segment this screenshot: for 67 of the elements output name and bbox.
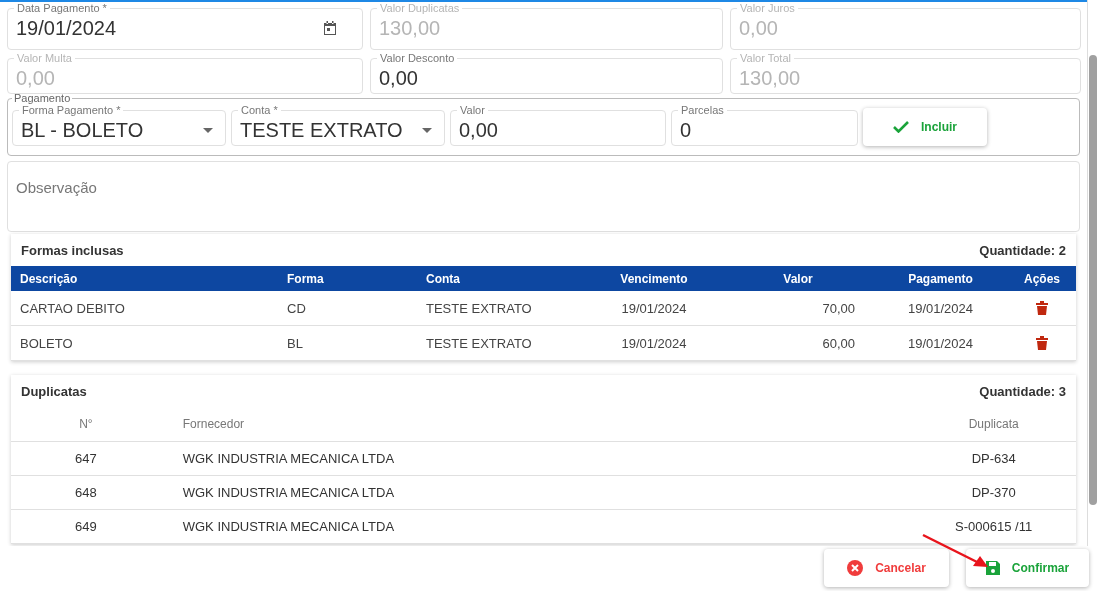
count-label: Quantidade: 2 (979, 242, 1066, 258)
field-label: Valor Desconto (379, 52, 456, 64)
field-label: Forma Pagamento * (21, 104, 122, 116)
table-cell-text: 649 (74, 519, 98, 534)
table-cell-text: 19/01/2024 (620, 335, 688, 351)
table-cell-text: 19/01/2024 (620, 300, 688, 316)
section-title: Duplicatas (21, 383, 87, 399)
column-header: Fornecedor (181, 417, 246, 431)
calendar-icon[interactable] (322, 20, 338, 36)
table-cell-text: 648 (74, 485, 98, 500)
select-field[interactable]: Forma Pagamento * BL - BOLETO (12, 104, 226, 146)
table-cell-text: TESTE EXTRATO (426, 335, 533, 351)
column-header: Vencimento (619, 271, 689, 286)
cancel-icon (847, 560, 864, 576)
field-label: Valor Total (739, 52, 792, 64)
table-cell-text: CD (287, 300, 307, 316)
column-header: Ações (1023, 271, 1061, 286)
date-field[interactable]: Data Pagamento * 19/01/2024 (7, 2, 363, 50)
column-header: Duplicata (967, 417, 1020, 431)
table-cell-text: 19/01/2024 (906, 300, 975, 316)
count-label: Quantidade: 3 (979, 383, 1066, 399)
column-header: N° (78, 417, 94, 431)
field-label: Valor Duplicatas (379, 2, 461, 14)
table-cell-text: TESTE EXTRATO (426, 300, 533, 316)
column-header: Conta (426, 271, 461, 286)
caret-icon[interactable] (203, 127, 213, 133)
field-label: Conta * (240, 104, 279, 116)
input-field: Valor Duplicatas 130,00 (370, 2, 723, 50)
table-cell-text: WGK INDUSTRIA MECANICA LTDA (181, 519, 396, 534)
section-title: Formas inclusas (21, 242, 124, 258)
table-cell-text: BL (287, 335, 304, 351)
observation-field[interactable]: Observação (7, 161, 1080, 232)
table-cell-text: DP-634 (970, 451, 1017, 466)
input-field[interactable]: Valor Desconto 0,00 (370, 52, 723, 94)
table-cell-text: WGK INDUSTRIA MECANICA LTDA (181, 485, 396, 500)
field-label: Valor Multa (16, 52, 73, 64)
column-header: Descrição (19, 271, 79, 286)
trash-icon[interactable] (1036, 301, 1048, 315)
column-header: Forma (287, 271, 325, 286)
input-field: Valor Total 130,00 (730, 52, 1081, 94)
table-cell-text: WGK INDUSTRIA MECANICA LTDA (181, 451, 396, 466)
trash-icon[interactable] (1036, 336, 1048, 350)
table-cell-text: 647 (74, 451, 98, 466)
select-field[interactable]: Conta * TESTE EXTRATO (231, 104, 445, 146)
table-cell-text: DP-370 (970, 485, 1017, 500)
input-field[interactable]: Parcelas 0 (671, 104, 858, 146)
input-field: Valor Juros 0,00 (730, 2, 1081, 50)
input-field: Valor Multa 0,00 (7, 52, 363, 94)
field-label: Valor Juros (739, 2, 796, 14)
table-cell-text: CARTAO DEBITO (19, 300, 126, 316)
table-cell-text: 60,00 (821, 335, 856, 351)
scrollbar[interactable] (1087, 0, 1099, 546)
table-cell-text: 19/01/2024 (906, 335, 975, 351)
cancel-button[interactable]: Cancelar (824, 549, 949, 587)
check-icon (893, 121, 909, 133)
field-label: Parcelas (680, 104, 725, 116)
save-icon (985, 561, 1000, 575)
caret-icon[interactable] (422, 127, 432, 133)
field-label: Valor (459, 104, 486, 116)
table-cell-text: S-000615 /11 (954, 519, 1034, 534)
panel-title: Pagamento (13, 92, 72, 104)
input-field[interactable]: Valor 0,00 (450, 104, 666, 146)
column-header: Valor (782, 271, 814, 286)
field-label: Data Pagamento * (16, 2, 108, 14)
table-cell-text: BOLETO (19, 335, 74, 351)
table-cell-text: 70,00 (821, 300, 856, 316)
column-header: Pagamento (907, 271, 974, 286)
